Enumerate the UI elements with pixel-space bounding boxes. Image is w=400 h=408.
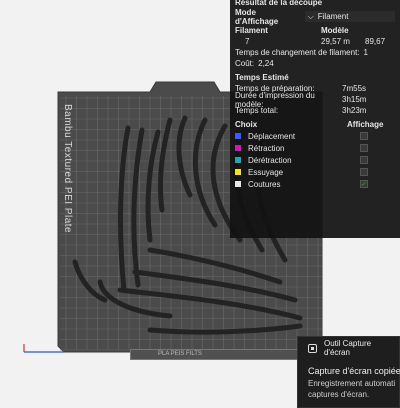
display-header: Affichage: [347, 120, 384, 129]
total-row: Temps total: 3h23m: [230, 105, 400, 116]
legend-header-row: Choix Affichage: [230, 119, 400, 130]
legend-item: Essuyage: [230, 166, 400, 178]
screenshot-toast[interactable]: Outil Capture d'écran Capture d'écran co…: [297, 336, 400, 408]
legend-swatch: [235, 169, 241, 175]
legend-checkbox[interactable]: ✓: [360, 180, 368, 188]
legend-swatch: [235, 145, 241, 151]
filament-length: 29,57 m: [321, 37, 350, 46]
filament-row: 7 29,57 m 89,67: [230, 36, 400, 47]
change-time-value: 1: [363, 48, 368, 57]
total-value: 3h23m: [342, 106, 367, 115]
legend-checkbox[interactable]: [360, 144, 368, 152]
filament-header-row: Filament Modèle: [230, 25, 400, 36]
cost-label: Coût:: [235, 59, 255, 68]
snipping-tool-icon: [308, 343, 317, 353]
toast-title: Capture d'écran copiée d: [308, 366, 400, 376]
legend-checkbox[interactable]: [360, 156, 368, 164]
legend-item: Déplacement: [230, 130, 400, 142]
toast-app-name: Outil Capture d'écran: [323, 339, 372, 357]
legend-list: Déplacement Rétraction Dérétraction Essuyag…: [230, 130, 400, 190]
prep-value: 7m55s: [342, 84, 367, 93]
toast-header: Outil Capture d'écran: [298, 337, 399, 359]
legend-swatch: [235, 157, 241, 163]
view-mode-value: Filament: [317, 12, 349, 21]
legend-swatch: [235, 181, 241, 187]
slice-result-panel: Résultat de la découpe Mode d'Affichage …: [230, 0, 400, 238]
change-time-label: Temps de changement de filament:: [235, 48, 360, 57]
filament-id: 7: [245, 37, 250, 46]
legend-label: Rétraction: [248, 143, 285, 153]
total-label: Temps total:: [235, 106, 279, 115]
legend-label: Dérétraction: [248, 155, 292, 165]
legend-label: Essuyage: [248, 167, 284, 177]
legend-item: Rétraction: [230, 142, 400, 154]
legend-checkbox[interactable]: [360, 132, 368, 140]
legend-item: Dérétraction: [230, 154, 400, 166]
toast-line1: Enregistrement automati: [308, 379, 396, 388]
plate-name: Bambu Textured PEI Plate: [62, 104, 73, 234]
filament-header: Filament: [235, 26, 268, 35]
cost-row: Coût: 2,24: [230, 58, 400, 69]
toast-line2: captures d'écran.: [308, 390, 370, 399]
filament-weight: 89,67: [365, 37, 386, 46]
legend-label: Déplacement: [248, 131, 296, 141]
legend-swatch: [235, 133, 241, 139]
legend-label: Coutures: [248, 179, 281, 189]
model-header: Modèle: [321, 26, 349, 35]
print-value: 3h15m: [342, 95, 367, 104]
legend-checkbox[interactable]: [360, 168, 368, 176]
legend-item: Coutures ✓: [230, 178, 400, 190]
change-time-row: Temps de changement de filament: 1: [230, 47, 400, 58]
view-mode-row: Mode d'Affichage ⌵ Filament: [230, 8, 400, 26]
chevron-down-icon: ⌵: [307, 11, 314, 21]
estimated-title: Temps Estimé: [235, 73, 289, 82]
view-mode-select[interactable]: ⌵ Filament: [304, 11, 395, 22]
cost-value: 2,24: [258, 59, 274, 68]
print-row: Durée d'impression du modèle: 3h15m: [230, 91, 400, 109]
view-mode-label: Mode d'Affichage: [235, 7, 279, 26]
choice-header: Choix: [235, 120, 258, 129]
